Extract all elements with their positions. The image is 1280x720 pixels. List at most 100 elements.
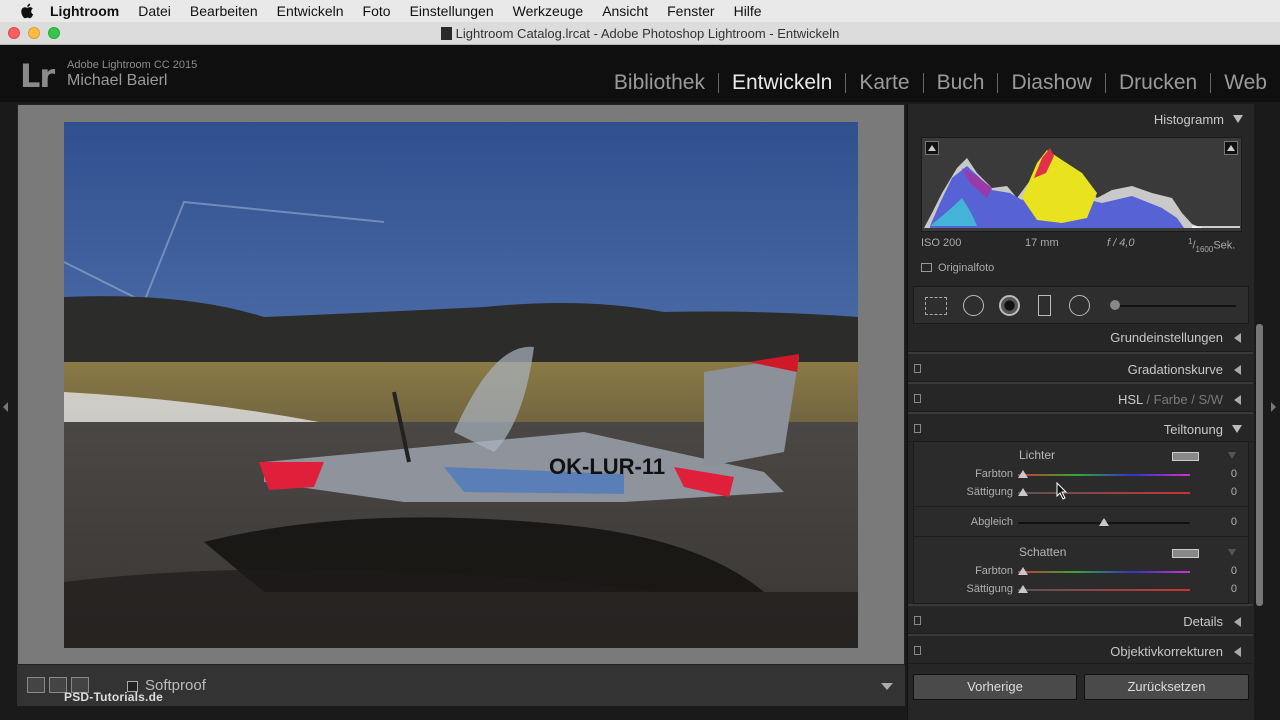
slider-label: Farbton — [975, 565, 1013, 577]
exif-aperture: f / 4,0 — [1107, 237, 1135, 249]
panel-header-basic[interactable]: Grundeinstellungen — [908, 322, 1253, 352]
crop-tool-icon[interactable] — [925, 297, 947, 315]
slider-value[interactable]: 0 — [1207, 516, 1237, 528]
adjustment-brush-icon[interactable] — [1110, 300, 1120, 310]
slider-track[interactable] — [1018, 474, 1190, 476]
slider-label: Farbton — [975, 468, 1013, 480]
slider-value[interactable]: 0 — [1207, 486, 1237, 498]
menu-werkzeuge[interactable]: Werkzeuge — [513, 3, 584, 19]
airplane-photo: OK-LUR-11 — [64, 122, 858, 648]
loupe-view-icon[interactable] — [27, 677, 45, 693]
highlight-clipping-toggle[interactable] — [1224, 141, 1238, 155]
slider-value[interactable]: 0 — [1207, 565, 1237, 577]
module-drucken[interactable]: Drucken — [1106, 71, 1210, 95]
lightroom-logo: Lr — [20, 57, 55, 95]
slider-thumb[interactable] — [1018, 567, 1028, 575]
shadow-clipping-toggle[interactable] — [925, 141, 939, 155]
highlights-saturation-slider[interactable]: Sättigung 0 — [908, 484, 1253, 502]
window-title-text: Lightroom Catalog.lrcat - Adobe Photosho… — [455, 26, 840, 41]
module-diashow[interactable]: Diashow — [998, 71, 1105, 95]
identity-plate-bar: Lr Adobe Lightroom CC 2015 Michael Baier… — [0, 45, 1280, 102]
image-canvas[interactable]: OK-LUR-11 — [17, 104, 905, 704]
menu-bearbeiten[interactable]: Bearbeiten — [190, 3, 258, 19]
module-karte[interactable]: Karte — [846, 71, 922, 95]
shutter-unit: Sek. — [1213, 239, 1236, 252]
menu-lightroom[interactable]: Lightroom — [50, 3, 119, 19]
apple-menu-icon[interactable] — [20, 3, 34, 19]
shadows-picker-icon[interactable] — [1228, 549, 1236, 556]
tool-strip — [913, 286, 1249, 324]
tab-sw[interactable]: S/W — [1198, 392, 1223, 407]
exif-focal-length: 17 mm — [1025, 237, 1059, 249]
module-web[interactable]: Web — [1211, 71, 1280, 95]
spot-removal-icon[interactable] — [963, 295, 984, 316]
slider-value[interactable]: 0 — [1207, 583, 1237, 595]
slider-track[interactable] — [1018, 492, 1190, 494]
module-buch[interactable]: Buch — [924, 71, 998, 95]
collapse-icon — [1233, 115, 1243, 123]
slider-track[interactable] — [1018, 589, 1190, 591]
radial-filter-icon[interactable] — [1069, 295, 1090, 316]
product-name: Adobe Lightroom CC 2015 — [67, 59, 198, 71]
menu-entwickeln[interactable]: Entwickeln — [277, 3, 344, 19]
lens-corrections-title: Objektivkorrekturen — [1110, 644, 1223, 659]
menu-datei[interactable]: Datei — [138, 3, 171, 19]
tab-hsl[interactable]: HSL — [1118, 392, 1143, 407]
tab-farbe[interactable]: Farbe — [1154, 392, 1188, 407]
toolbar-menu-icon[interactable] — [881, 683, 893, 690]
menu-ansicht[interactable]: Ansicht — [602, 3, 648, 19]
user-name: Michael Baierl — [67, 72, 168, 89]
left-panel-toggle-icon[interactable] — [3, 402, 8, 412]
expand-icon — [1234, 647, 1241, 657]
slider-track[interactable] — [1018, 571, 1190, 573]
module-bibliothek[interactable]: Bibliothek — [601, 71, 718, 95]
slider-label: Sättigung — [966, 486, 1013, 498]
hsl-tab-group: HSL / Farbe / S/W — [1117, 392, 1223, 407]
expand-icon — [1234, 365, 1241, 375]
highlights-color-swatch[interactable] — [1172, 452, 1199, 461]
panel-header-split-toning[interactable]: Teiltonung — [908, 412, 1253, 442]
graduated-filter-icon[interactable] — [1038, 295, 1051, 316]
menu-fenster[interactable]: Fenster — [667, 3, 714, 19]
shadows-hue-slider[interactable]: Farbton 0 — [908, 563, 1253, 581]
panel-header-lens[interactable]: Objektivkorrekturen — [908, 634, 1253, 664]
split-toning-title: Teiltonung — [1163, 422, 1223, 437]
shadows-saturation-slider[interactable]: Sättigung 0 — [908, 581, 1253, 599]
slider-value[interactable]: 0 — [1207, 468, 1237, 480]
module-entwickeln[interactable]: Entwickeln — [719, 71, 845, 95]
panel-header-tone-curve[interactable]: Gradationskurve — [908, 352, 1253, 382]
histogram-graph — [924, 148, 1240, 228]
panel-switch-toggle[interactable] — [914, 616, 921, 625]
right-panel-toggle-icon[interactable] — [1271, 402, 1276, 412]
slider-thumb[interactable] — [1018, 488, 1028, 496]
menu-hilfe[interactable]: Hilfe — [734, 3, 762, 19]
photo-preview[interactable]: OK-LUR-11 — [64, 122, 858, 648]
slider-thumb[interactable] — [1018, 585, 1028, 593]
section-divider — [913, 506, 1249, 507]
highlights-hue-slider[interactable]: Farbton 0 — [908, 466, 1253, 484]
panel-header-hsl[interactable]: HSL / Farbe / S/W — [908, 382, 1253, 412]
panel-switch-toggle[interactable] — [914, 424, 921, 433]
red-eye-icon[interactable] — [999, 295, 1020, 316]
highlights-picker-icon[interactable] — [1228, 452, 1236, 459]
menu-einstellungen[interactable]: Einstellungen — [410, 3, 494, 19]
slider-thumb[interactable] — [1018, 470, 1028, 478]
reset-button[interactable]: Zurücksetzen — [1084, 674, 1249, 700]
previous-button[interactable]: Vorherige — [913, 674, 1077, 700]
panel-switch-toggle[interactable] — [914, 394, 921, 403]
adjustment-brush-slider[interactable] — [1110, 305, 1236, 307]
histogram[interactable] — [921, 137, 1242, 232]
develop-right-panel: Histogramm ISO 200 17 mm f / 4,0 1/1600S… — [907, 104, 1254, 720]
balance-slider[interactable]: Abgleich 0 — [908, 514, 1253, 532]
slider-thumb[interactable] — [1099, 518, 1109, 526]
panel-switch-toggle[interactable] — [914, 646, 921, 655]
shadows-color-swatch[interactable] — [1172, 549, 1199, 558]
panel-header-histogram[interactable]: Histogramm — [908, 104, 1254, 134]
slider-label: Sättigung — [966, 583, 1013, 595]
panel-switch-toggle[interactable] — [914, 364, 921, 373]
shadows-label: Schatten — [1019, 545, 1067, 559]
highlights-label: Lichter — [1019, 448, 1056, 462]
right-panel-scrollbar[interactable] — [1256, 324, 1263, 606]
menu-foto[interactable]: Foto — [363, 3, 391, 19]
panel-header-details[interactable]: Details — [908, 604, 1253, 634]
